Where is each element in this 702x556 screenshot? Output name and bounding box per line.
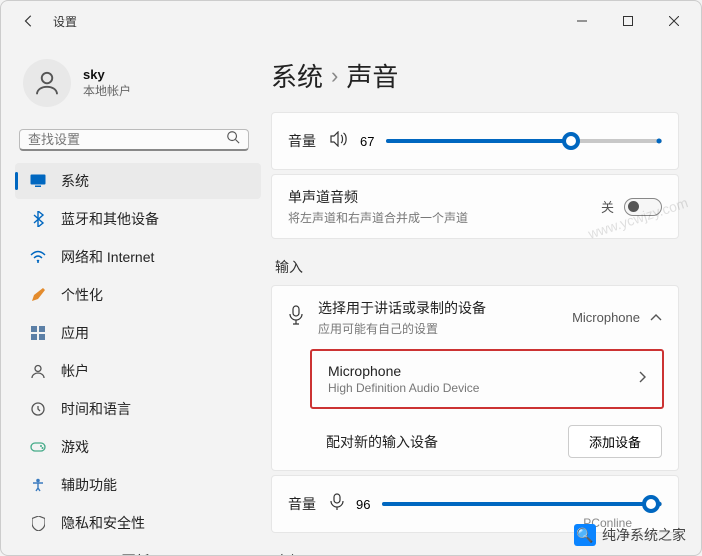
input-volume-slider[interactable] — [382, 502, 662, 506]
sidebar-item-accounts[interactable]: 帐户 — [15, 353, 261, 389]
sidebar-item-network[interactable]: 网络和 Internet — [15, 239, 261, 275]
gamepad-icon — [29, 438, 47, 456]
update-icon — [29, 552, 47, 555]
mono-toggle[interactable] — [624, 198, 662, 216]
choose-title: 选择用于讲话或录制的设备 — [318, 298, 558, 318]
choose-input-device-row[interactable]: 选择用于讲话或录制的设备 应用可能有自己的设置 Microphone — [272, 286, 678, 349]
sidebar-item-label: 应用 — [61, 323, 89, 343]
watermark-pconline: PConline — [583, 516, 632, 530]
sidebar-item-label: 辅助功能 — [61, 475, 117, 495]
shield-icon — [29, 514, 47, 532]
search-icon — [226, 130, 240, 149]
profile-sub: 本地帐户 — [83, 82, 131, 99]
chevron-right-icon: › — [331, 63, 338, 89]
pair-title: 配对新的输入设备 — [326, 432, 554, 452]
maximize-button[interactable] — [605, 5, 651, 37]
clock-icon — [29, 400, 47, 418]
add-device-button[interactable]: 添加设备 — [568, 425, 662, 458]
section-advanced: 高级 — [275, 551, 679, 555]
sidebar-item-label: 网络和 Internet — [61, 247, 154, 267]
volume-value: 67 — [360, 134, 374, 149]
sidebar-item-privacy[interactable]: 隐私和安全性 — [15, 505, 261, 541]
person-icon — [29, 362, 47, 380]
microphone-device-row[interactable]: Microphone High Definition Audio Device — [310, 349, 664, 409]
mono-state: 关 — [601, 197, 614, 216]
section-input: 输入 — [275, 257, 679, 277]
sidebar-item-system[interactable]: 系统 — [15, 163, 261, 199]
accessibility-icon — [29, 476, 47, 494]
choose-value: Microphone — [572, 310, 640, 325]
brush-icon — [29, 286, 47, 304]
breadcrumb: 系统 › 声音 — [271, 57, 679, 94]
output-volume-slider[interactable] — [386, 139, 662, 143]
apps-icon — [29, 324, 47, 342]
sidebar-item-gaming[interactable]: 游戏 — [15, 429, 261, 465]
breadcrumb-parent[interactable]: 系统 — [271, 57, 323, 94]
microphone-icon — [288, 305, 304, 330]
bluetooth-icon — [29, 210, 47, 228]
output-volume-row[interactable]: 音量 67 — [272, 113, 678, 169]
chevron-right-icon — [638, 370, 646, 388]
mic-title: Microphone — [328, 363, 624, 379]
sidebar-item-label: 个性化 — [61, 285, 103, 305]
mono-sub: 将左声道和右声道合并成一个声道 — [288, 209, 587, 226]
breadcrumb-current: 声音 — [346, 57, 398, 94]
close-button[interactable] — [651, 5, 697, 37]
choose-sub: 应用可能有自己的设置 — [318, 320, 558, 337]
search-box[interactable] — [19, 129, 249, 151]
profile-block[interactable]: sky 本地帐户 — [15, 49, 261, 123]
sidebar-item-personalize[interactable]: 个性化 — [15, 277, 261, 313]
sidebar-item-update[interactable]: Windows 更新 — [15, 543, 261, 555]
sidebar-item-bluetooth[interactable]: 蓝牙和其他设备 — [15, 201, 261, 237]
system-icon — [29, 172, 47, 190]
speaker-icon[interactable] — [330, 131, 348, 152]
sidebar-item-apps[interactable]: 应用 — [15, 315, 261, 351]
wifi-icon — [29, 248, 47, 266]
input-volume-value: 96 — [356, 497, 370, 512]
sidebar-item-label: Windows 更新 — [61, 551, 150, 555]
input-volume-label: 音量 — [288, 494, 316, 514]
sidebar-item-label: 系统 — [61, 171, 89, 191]
mono-title: 单声道音频 — [288, 187, 587, 207]
mic-sub: High Definition Audio Device — [328, 381, 624, 395]
sidebar-item-label: 蓝牙和其他设备 — [61, 209, 159, 229]
sidebar-item-label: 时间和语言 — [61, 399, 131, 419]
sidebar-item-label: 帐户 — [61, 361, 89, 381]
window-title: 设置 — [53, 13, 77, 30]
avatar — [23, 59, 71, 107]
chevron-up-icon — [650, 310, 662, 325]
back-button[interactable] — [17, 9, 41, 33]
search-input[interactable] — [28, 132, 226, 147]
microphone-icon[interactable] — [330, 493, 344, 516]
sidebar-item-time[interactable]: 时间和语言 — [15, 391, 261, 427]
sidebar-item-accessibility[interactable]: 辅助功能 — [15, 467, 261, 503]
minimize-button[interactable] — [559, 5, 605, 37]
pair-device-row: 配对新的输入设备 添加设备 — [310, 413, 678, 470]
profile-name: sky — [83, 67, 131, 82]
sidebar-item-label: 隐私和安全性 — [61, 513, 145, 533]
mono-audio-row[interactable]: 单声道音频 将左声道和右声道合并成一个声道 关 — [272, 175, 678, 238]
volume-label: 音量 — [288, 131, 316, 151]
sidebar-item-label: 游戏 — [61, 437, 89, 457]
